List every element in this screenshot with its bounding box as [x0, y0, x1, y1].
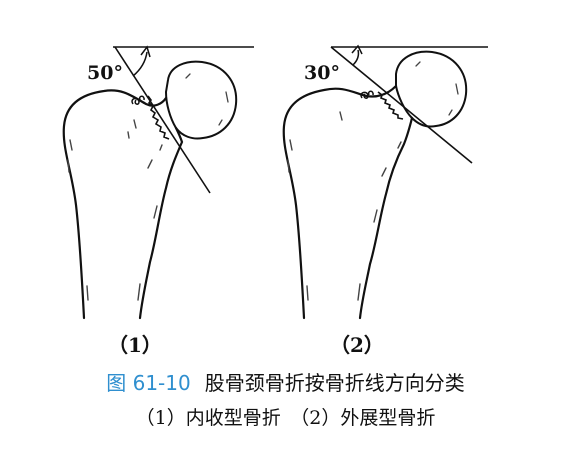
panel-adduction: 50° （1） [62, 45, 254, 357]
panel-abduction: 30° （2） [282, 44, 488, 357]
fracture-line-1 [114, 46, 211, 194]
figure-number: 图 61-10 [106, 371, 191, 395]
fracture-line-2 [330, 46, 473, 164]
femur-outline-2 [282, 84, 414, 320]
femoral-head-2 [395, 50, 468, 128]
head-shading-2 [415, 61, 459, 116]
head-shading-1 [185, 73, 229, 126]
angle-arc-1 [132, 51, 148, 77]
angle-label-2: 30° [304, 62, 340, 84]
figure-page: 50° （1） 30° （2） 图 61-10 股骨颈骨折按骨折线方向分类 （1… [0, 0, 571, 462]
panel-label-1: （1） [108, 333, 162, 357]
figure-caption: 图 61-10 股骨颈骨折按骨折线方向分类 [0, 367, 571, 396]
angle-arrowhead-1 [140, 45, 151, 58]
angle-arc-2 [352, 49, 360, 66]
panel-label-2: （2） [330, 333, 384, 357]
femoral-head-1 [164, 60, 238, 140]
angle-label-1: 50° [87, 62, 123, 84]
figure-subcaption: （1）内收型骨折 （2）外展型骨折 [135, 407, 436, 429]
femur-outline-1 [62, 89, 184, 320]
figure-title: 股骨颈骨折按骨折线方向分类 [204, 371, 465, 395]
